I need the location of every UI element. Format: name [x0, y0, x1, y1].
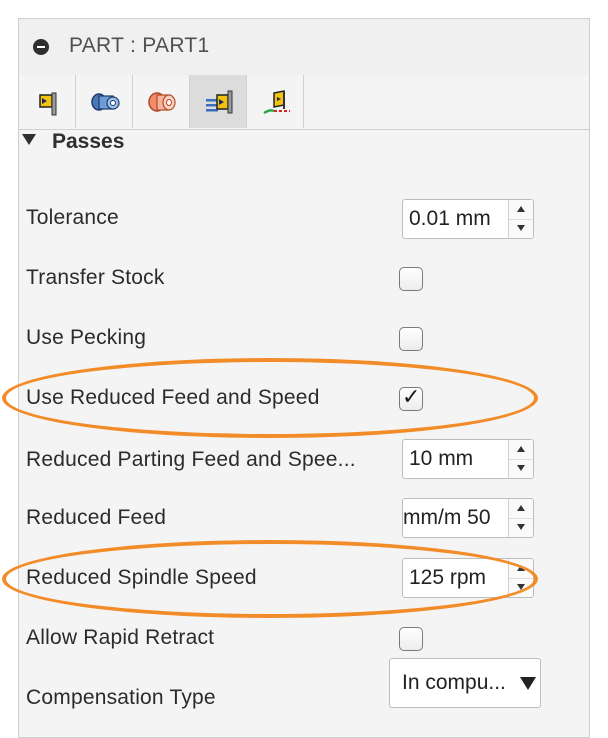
- decrement-icon[interactable]: [509, 518, 533, 537]
- reduced-spindle-speed-label: Reduced Spindle Speed: [26, 566, 257, 589]
- decrement-icon[interactable]: [509, 459, 533, 478]
- tab-stock[interactable]: [133, 75, 190, 128]
- allow-rapid-retract-checkbox[interactable]: [399, 627, 423, 651]
- stepper-arrows: [508, 440, 533, 478]
- dialog-title: PART : PART1: [69, 34, 210, 57]
- use-pecking-label: Use Pecking: [26, 326, 147, 349]
- stepper-arrows: [508, 559, 533, 597]
- linking-icon: [263, 90, 290, 115]
- increment-icon[interactable]: [509, 440, 533, 460]
- use-reduced-feed-speed-label: Use Reduced Feed and Speed: [26, 386, 320, 409]
- stepper-arrows: [508, 200, 533, 238]
- use-reduced-feed-speed-checkbox[interactable]: ✓: [399, 385, 423, 411]
- transfer-stock-label: Transfer Stock: [26, 266, 165, 289]
- reduced-feed-stepper[interactable]: 50 mm/m: [402, 498, 534, 538]
- tab-passes[interactable]: [190, 75, 247, 128]
- stock-icon: [148, 92, 176, 112]
- increment-icon[interactable]: [509, 559, 533, 579]
- compensation-type-label: Compensation Type: [26, 686, 216, 709]
- tab-geometry[interactable]: [76, 75, 133, 128]
- geometry-icon: [91, 93, 120, 111]
- reduced-parting-feed-stepper[interactable]: 10 mm: [402, 439, 534, 479]
- reduced-parting-feed-label: Reduced Parting Feed and Spee...: [26, 448, 356, 471]
- reduced-spindle-speed-value[interactable]: 125 rpm: [409, 566, 509, 590]
- stepper-arrows: [508, 499, 533, 537]
- compensation-type-value: In compu...: [402, 671, 506, 694]
- decrement-icon[interactable]: [509, 219, 533, 238]
- use-pecking-checkbox[interactable]: [399, 327, 423, 351]
- reduced-spindle-speed-stepper[interactable]: 125 rpm: [402, 558, 534, 598]
- reduced-parting-feed-value[interactable]: 10 mm: [409, 447, 509, 471]
- tolerance-label: Tolerance: [26, 206, 119, 229]
- increment-icon[interactable]: [509, 200, 533, 220]
- tool-icon: [39, 92, 57, 116]
- reduced-feed-value[interactable]: 50 mm/m: [403, 506, 507, 530]
- compensation-type-select[interactable]: In compu...: [389, 658, 541, 708]
- increment-icon[interactable]: [509, 499, 533, 519]
- section-title: Passes: [52, 130, 125, 153]
- tab-tool[interactable]: [19, 75, 76, 128]
- transfer-stock-checkbox[interactable]: [399, 267, 423, 291]
- dropdown-arrow-icon: [520, 677, 536, 690]
- collapse-icon[interactable]: [33, 39, 49, 55]
- tab-linking[interactable]: [247, 75, 304, 128]
- collapse-triangle-icon[interactable]: [22, 134, 36, 145]
- reduced-feed-label: Reduced Feed: [26, 506, 167, 529]
- dialog-title-bar: PART : PART1: [19, 19, 589, 76]
- tolerance-stepper[interactable]: 0.01 mm: [402, 199, 534, 239]
- tab-bar: [19, 75, 589, 130]
- checkmark-icon: ✓: [402, 385, 421, 410]
- allow-rapid-retract-label: Allow Rapid Retract: [26, 626, 215, 649]
- tolerance-value[interactable]: 0.01 mm: [409, 207, 509, 231]
- passes-icon: [206, 90, 233, 114]
- decrement-icon[interactable]: [509, 578, 533, 597]
- passes-section-header[interactable]: Passes: [22, 130, 124, 154]
